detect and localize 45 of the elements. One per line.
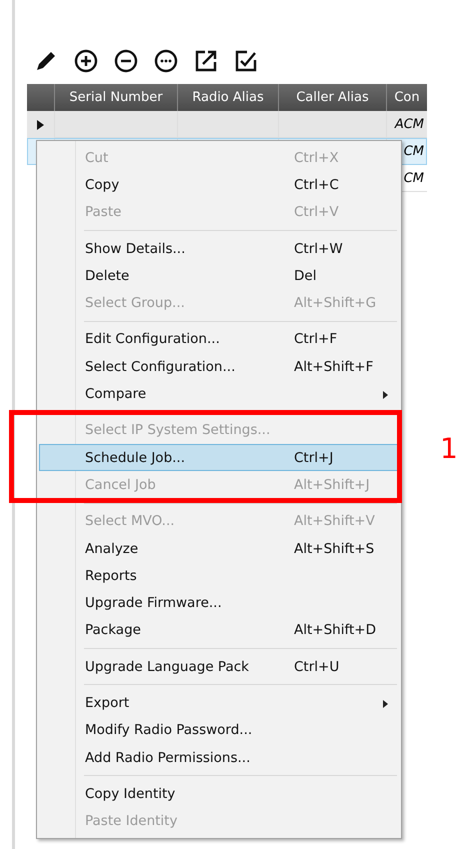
menu-item[interactable]: Delete Del xyxy=(39,262,399,290)
toolbar-button[interactable] xyxy=(153,48,179,74)
shortcut-label: Del xyxy=(294,268,318,284)
shortcut-label: Ctrl+X xyxy=(294,150,340,166)
menu-item[interactable]: Modify Radio Password... xyxy=(39,716,399,744)
shortcut-label: Ctrl+F xyxy=(294,331,338,348)
table-row[interactable]: ACM xyxy=(27,111,427,138)
shortcut-label: Ctrl+C xyxy=(294,176,340,193)
callout-number: 1 xyxy=(440,432,456,465)
shortcut-label: Alt+Shift+S xyxy=(294,540,376,556)
add-icon xyxy=(73,48,99,74)
shortcut-label: Ctrl+J xyxy=(294,450,334,466)
menu-item[interactable]: Copy Identity xyxy=(39,780,399,808)
shortcut-label: Alt+Shift+G xyxy=(294,295,378,312)
table-cell: CM xyxy=(404,170,424,186)
toolbar-button[interactable] xyxy=(193,48,219,74)
shortcut-label: Alt+Shift+V xyxy=(294,513,376,530)
shortcut-label: Alt+Shift+J xyxy=(294,476,371,493)
menu-item[interactable]: Package Alt+Shift+D xyxy=(39,616,399,644)
menu-item[interactable]: Copy Ctrl+C xyxy=(39,171,399,199)
shortcut-label: Ctrl+W xyxy=(294,240,344,257)
remove-icon xyxy=(113,48,139,74)
shortcut-label: Ctrl+U xyxy=(294,658,340,675)
menu-item[interactable]: Show Details... Ctrl+W xyxy=(39,234,399,262)
table-cell: CM xyxy=(404,144,424,158)
edit-check-icon xyxy=(233,48,259,74)
shortcut-label: Alt+Shift+D xyxy=(294,622,377,638)
menu-item[interactable]: Select Configuration... Alt+Shift+F xyxy=(39,353,399,380)
menu-item[interactable]: Upgrade Language Pack Ctrl+U xyxy=(39,653,399,680)
menu-item[interactable]: Upgrade Firmware... xyxy=(39,589,399,617)
menu-item[interactable]: Compare xyxy=(39,380,399,408)
table-cell: ACM xyxy=(394,116,424,132)
menu-item[interactable]: Reports xyxy=(39,562,399,590)
menu-item[interactable]: Export xyxy=(39,689,399,717)
menu-item[interactable]: Analyze Alt+Shift+S xyxy=(39,534,399,562)
toolbar-button[interactable] xyxy=(233,48,259,74)
shortcut-label: Ctrl+V xyxy=(294,204,340,220)
toolbar-button[interactable] xyxy=(73,48,99,74)
more-icon xyxy=(153,48,179,74)
external-link-icon xyxy=(193,48,219,74)
toolbar-button[interactable] xyxy=(113,48,139,74)
menu-item[interactable]: Edit Configuration... Ctrl+F xyxy=(39,326,399,354)
shortcut-label: Alt+Shift+F xyxy=(294,358,374,375)
menu-item[interactable]: Schedule Job... Ctrl+J xyxy=(39,444,399,472)
menu-item[interactable]: Add Radio Permissions... xyxy=(39,744,399,772)
